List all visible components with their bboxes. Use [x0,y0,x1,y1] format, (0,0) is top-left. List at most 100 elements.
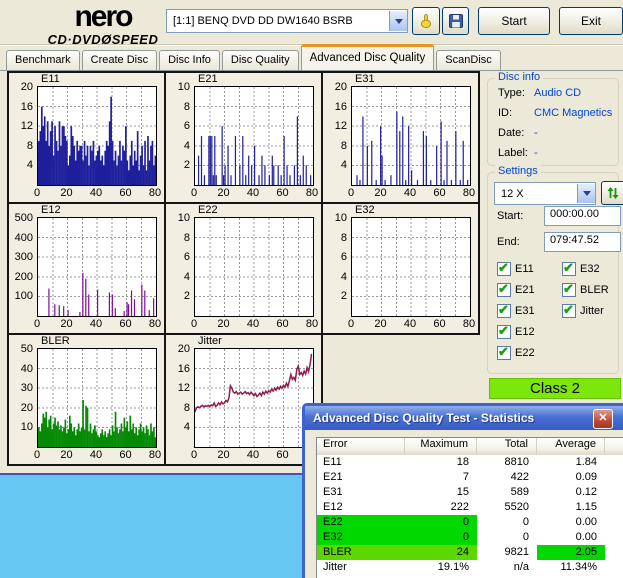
x-tick-label: 0 [191,449,197,461]
column-header-maximum[interactable]: Maximum [405,438,477,455]
close-icon[interactable]: ✕ [593,409,613,429]
y-tick-label: 10 [166,81,190,93]
check-mark-icon: ✔ [498,302,509,318]
x-tick-label: 80 [306,187,318,199]
chart-title-e22: E22 [198,204,218,216]
y-tick-label: 200 [9,271,33,283]
stat-cell: 0.12 [537,485,605,500]
refresh-button[interactable] [601,181,623,205]
x-tick-label: 60 [119,187,131,199]
checkbox-label: Jitter [580,305,604,317]
tab-advanced-disc-quality[interactable]: Advanced Disc Quality [301,44,435,70]
checkbox-box[interactable]: ✔ [562,304,576,318]
stat-cell: Jitter [317,560,405,575]
stat-cell: 7 [405,470,477,485]
y-tick-label: 2 [166,159,190,171]
tab-benchmark[interactable]: Benchmark [6,50,80,70]
chart-cell-e12: E12100200300400500020406080 [7,202,166,335]
checkbox-box[interactable]: ✔ [497,325,511,339]
stat-row-bler: BLER2498212.05 [317,545,623,560]
chart-cell-e31: E3148121620020406080 [321,71,480,204]
y-tick-label: 100 [9,290,33,302]
checkbox-box[interactable]: ✔ [562,262,576,276]
checkbox-e12[interactable]: ✔ E12 [497,325,535,339]
checkbox-jitter[interactable]: ✔ Jitter [562,304,604,318]
tab-disc-info[interactable]: Disc Info [159,50,220,70]
x-tick-label: 40 [247,187,259,199]
info-label: Date: [498,127,534,139]
check-mark-icon: ✔ [498,344,509,360]
x-tick-label: 40 [90,318,102,330]
x-tick-label: 60 [433,318,445,330]
checkbox-box[interactable]: ✔ [497,262,511,276]
start-time-label: Start: [497,210,523,222]
x-tick-label: 40 [90,187,102,199]
tab-scandisc[interactable]: ScanDisc [436,50,500,70]
y-tick-label: 4 [166,421,190,433]
y-tick-label: 6 [166,120,190,132]
y-tick-label: 16 [323,101,347,113]
y-tick-label: 6 [323,251,347,263]
stat-cell: 8810 [477,455,537,470]
save-button[interactable] [442,7,469,35]
stat-cell: 589 [477,485,537,500]
speed-combobox[interactable]: 12 X [494,182,596,205]
end-time-field[interactable]: 079:47.52 [544,232,621,252]
checkbox-box[interactable]: ✔ [497,346,511,360]
dropdown-arrow-icon[interactable] [389,11,407,31]
drive-selector-combobox[interactable]: [1:1] BENQ DVD DD DW1640 BSRB [166,9,408,33]
y-tick-label: 8 [9,140,33,152]
tab-disc-quality[interactable]: Disc Quality [222,50,299,70]
checkbox-label: E31 [515,305,535,317]
stat-cell: 5520 [477,500,537,515]
checkbox-label: E12 [515,326,535,338]
tab-create-disc[interactable]: Create Disc [82,50,157,70]
stat-cell: 18 [405,455,477,470]
chart-title-bler: BLER [41,335,70,347]
checkbox-e21[interactable]: ✔E21 [497,283,535,297]
check-mark-icon: ✔ [498,323,509,339]
column-header-error[interactable]: Error [317,438,405,455]
check-mark-icon: ✔ [563,281,574,297]
x-tick-label: 60 [276,449,288,461]
disc-info-row-type: Type:Audio CD [498,87,581,99]
y-tick-label: 4 [166,140,190,152]
checkbox-box[interactable]: ✔ [497,283,511,297]
info-label: Label: [498,147,534,159]
exit-button[interactable]: Exit [559,7,623,35]
statistics-table: ErrorMaximumTotalAverage E111888101.84E2… [316,437,623,578]
tab-bar: BenchmarkCreate DiscDisc InfoDisc Qualit… [6,46,503,70]
x-tick-label: 80 [463,187,475,199]
x-tick-label: 40 [247,449,259,461]
column-header-total[interactable]: Total [477,438,537,455]
stat-cell: 1.15 [537,500,605,515]
y-tick-label: 10 [9,421,33,433]
start-button[interactable]: Start [478,7,550,35]
checkbox-box[interactable]: ✔ [497,304,511,318]
checkbox-e11[interactable]: ✔E11 [497,262,534,276]
stat-cell: 9821 [477,545,537,560]
checkbox-bler[interactable]: ✔BLER [562,283,609,297]
statistics-dialog-titlebar[interactable]: Advanced Disc Quality Test - Statistics [305,406,623,430]
stat-row-e12: E1222255201.15 [317,500,623,515]
stat-cell: E31 [317,485,405,500]
stat-cell: n/a [477,560,537,575]
x-tick-label: 40 [404,187,416,199]
y-tick-label: 4 [9,159,33,171]
stat-cell: E12 [317,500,405,515]
chart-plot-jitter [194,348,314,448]
dropdown-arrow-icon[interactable] [577,184,595,203]
checkbox-e31[interactable]: ✔ E31 [497,304,535,318]
x-tick-label: 80 [149,449,161,461]
checkbox-box[interactable]: ✔ [562,283,576,297]
options-button[interactable] [412,7,440,35]
checkbox-e22[interactable]: ✔E22 [497,346,535,360]
start-time-field[interactable]: 000:00.00 [544,206,621,226]
column-header-average[interactable]: Average [537,438,605,455]
stat-cell: 0.00 [537,515,605,530]
checkbox-e32[interactable]: ✔E32 [562,262,600,276]
info-label: ID: [498,107,534,119]
stat-cell: 222 [405,500,477,515]
chart-plot-e31 [351,86,471,186]
stat-cell: 19.1% [405,560,477,575]
